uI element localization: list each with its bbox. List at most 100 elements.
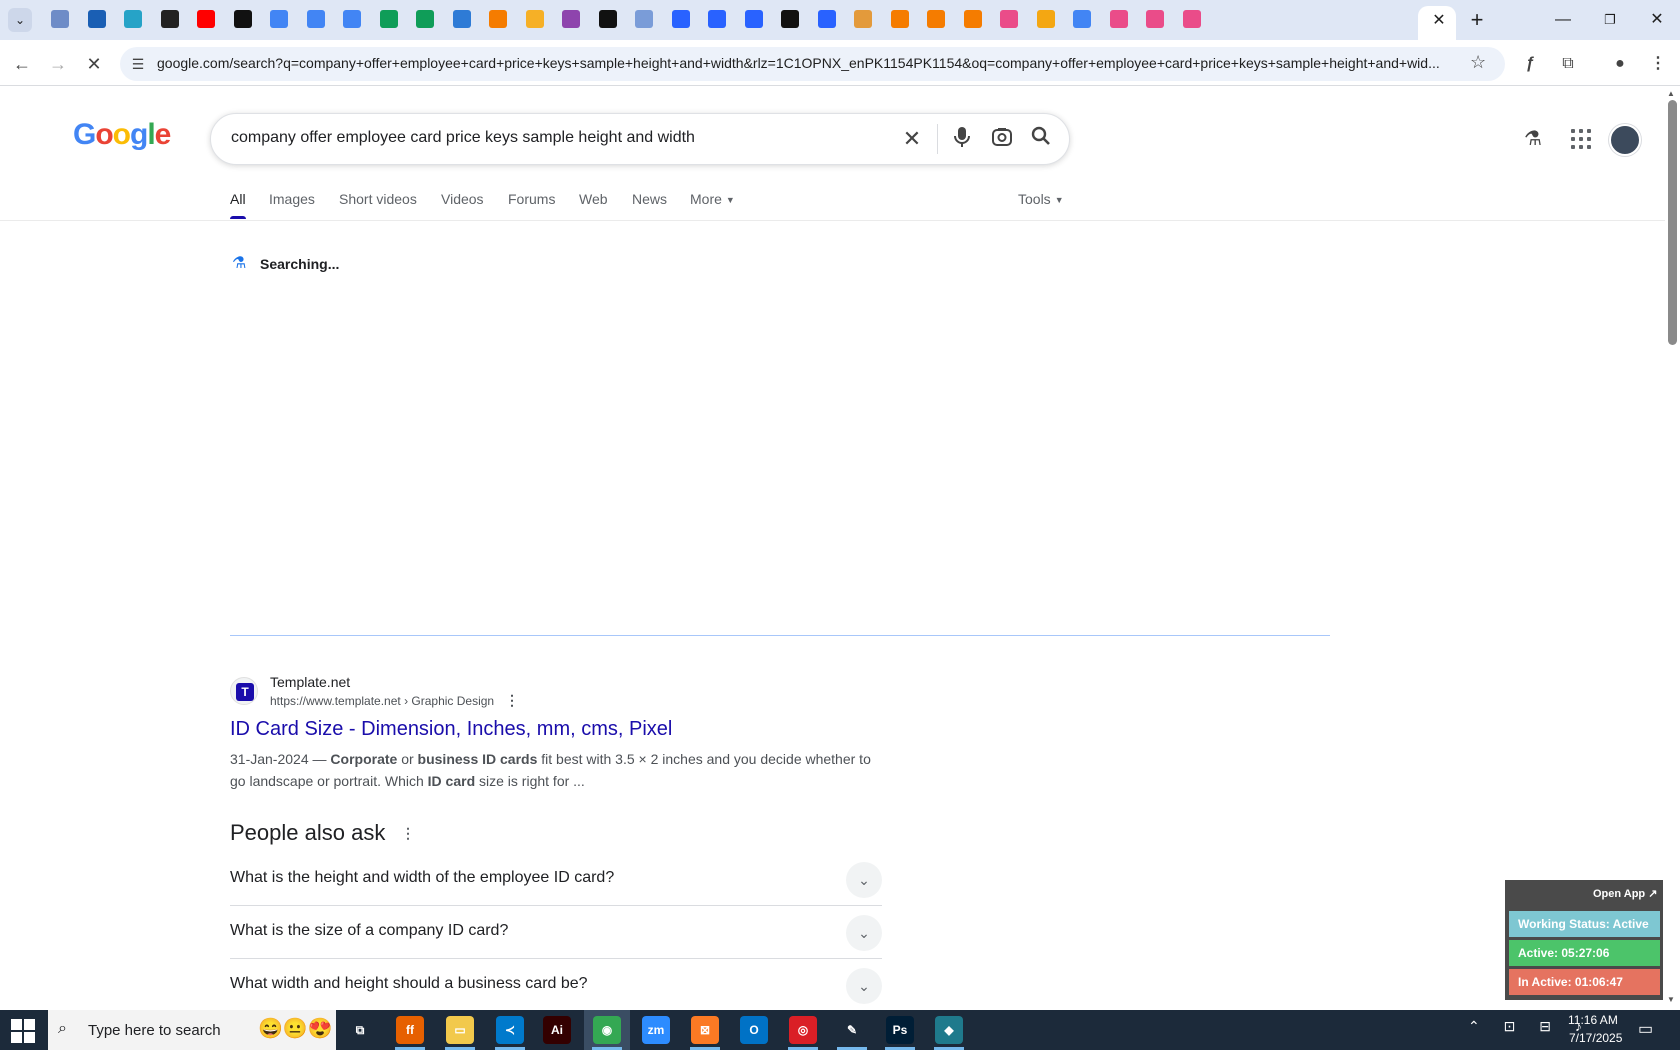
- paa-item[interactable]: What is the size of a company ID card? ⌄: [230, 907, 882, 959]
- tab-images[interactable]: Images: [269, 191, 315, 207]
- tab-icon-xampp-3[interactable]: [927, 10, 945, 28]
- chrome-app[interactable]: ◉: [593, 1016, 621, 1044]
- tab-icon-forms-1[interactable]: [671, 10, 690, 28]
- tools-button[interactable]: Tools ▼: [1018, 191, 1064, 207]
- photoshop-app[interactable]: Ps: [886, 1016, 914, 1044]
- result-site-name[interactable]: Template.net: [270, 674, 350, 690]
- chevron-down-icon[interactable]: ⌄: [846, 862, 882, 898]
- outlook-app[interactable]: O: [740, 1016, 768, 1044]
- windows-start-icon[interactable]: [8, 1018, 38, 1043]
- xampp-app[interactable]: ⊠: [691, 1016, 719, 1044]
- google-apps-icon[interactable]: [1568, 126, 1594, 152]
- result-title-link[interactable]: ID Card Size - Dimension, Inches, mm, cm…: [230, 718, 672, 741]
- vscode-app[interactable]: ≺: [496, 1016, 524, 1044]
- paa-item[interactable]: What width and height should a business …: [230, 960, 882, 1010]
- tab-icon-hex[interactable]: [124, 10, 142, 28]
- voice-search-icon[interactable]: [949, 126, 975, 152]
- tab-icon-docs-2[interactable]: [306, 10, 325, 28]
- google-logo[interactable]: Google: [73, 118, 171, 152]
- tab-icon-forms-4[interactable]: [817, 10, 836, 28]
- tab-icon-docs-3[interactable]: [343, 10, 361, 28]
- taskbar-search-input[interactable]: Type here to search: [88, 1022, 221, 1039]
- tab-short-videos[interactable]: Short videos: [339, 191, 417, 207]
- tab-more[interactable]: More ▼: [690, 191, 735, 207]
- lens-search-icon[interactable]: [989, 126, 1015, 152]
- tab-icon-xampp-2[interactable]: [890, 10, 909, 28]
- paa-item[interactable]: What is the height and width of the empl…: [230, 854, 882, 906]
- tab-icon-dribbble-2[interactable]: [1109, 10, 1128, 28]
- chevron-down-icon[interactable]: ⌄: [846, 968, 882, 1004]
- font-extension-icon[interactable]: ƒ: [1518, 52, 1542, 76]
- forward-arrow-icon[interactable]: →: [46, 52, 70, 76]
- tab-icon-ai[interactable]: [598, 10, 617, 28]
- tab-icon-m[interactable]: [781, 10, 799, 28]
- tab-all[interactable]: All: [230, 191, 246, 207]
- diamond-app[interactable]: ◆: [935, 1016, 963, 1044]
- stop-loading-icon[interactable]: ✕: [82, 52, 106, 76]
- chevron-down-icon[interactable]: ⌄: [846, 915, 882, 951]
- tab-icon-xampp-1[interactable]: [489, 10, 507, 28]
- task-view-app[interactable]: ⧉: [346, 1016, 374, 1044]
- restore-icon[interactable]: ❐: [1595, 8, 1625, 32]
- tab-forums[interactable]: Forums: [508, 191, 555, 207]
- result-more-options-icon[interactable]: ⋮: [505, 692, 519, 709]
- pen-app[interactable]: ✎: [838, 1016, 866, 1044]
- notification-center-icon[interactable]: ▭: [1638, 1019, 1653, 1039]
- tab-icon-bolt[interactable]: [233, 10, 252, 28]
- tab-icon-grid[interactable]: [635, 10, 653, 28]
- scroll-down-arrow-icon[interactable]: ▼: [1667, 995, 1675, 1004]
- clock-date[interactable]: 7/17/2025: [1569, 1031, 1622, 1045]
- tab-icon-forms-2[interactable]: [708, 10, 726, 28]
- emoji-highlight-icon[interactable]: 😄😐😍: [258, 1016, 333, 1041]
- zoom-app[interactable]: zm: [642, 1016, 670, 1044]
- tab-icon-sheets-2[interactable]: [416, 10, 434, 28]
- labs-flask-icon[interactable]: ⚗: [1520, 126, 1546, 151]
- clock-time[interactable]: 11:16 AM: [1568, 1013, 1618, 1027]
- url-text[interactable]: google.com/search?q=company+offer+employ…: [157, 55, 1457, 71]
- tab-news[interactable]: News: [632, 191, 667, 207]
- tab-icon-vector[interactable]: [87, 10, 106, 28]
- tab-icon-brackets[interactable]: [562, 10, 580, 28]
- tab-icon-forms-3[interactable]: [744, 10, 763, 28]
- paa-more-options-icon[interactable]: ⋮: [401, 825, 415, 842]
- creative-cloud-app[interactable]: ◎: [789, 1016, 817, 1044]
- tab-icon-v[interactable]: [525, 10, 544, 28]
- tab-icon-mj[interactable]: [452, 10, 471, 28]
- clear-search-icon[interactable]: ✕: [899, 126, 925, 152]
- tab-icon-google[interactable]: [1073, 10, 1091, 28]
- tab-icon-openai[interactable]: [160, 10, 179, 28]
- account-avatar[interactable]: [1609, 124, 1641, 156]
- window-close-icon[interactable]: ✕: [1642, 8, 1672, 32]
- tab-icon-dribbble-3[interactable]: [1146, 10, 1164, 28]
- minimize-icon[interactable]: —: [1548, 8, 1578, 32]
- new-tab-button[interactable]: +: [1465, 8, 1489, 32]
- tab-icon-youtube[interactable]: [197, 10, 215, 28]
- site-info-icon[interactable]: ☰: [128, 54, 148, 74]
- search-input[interactable]: company offer employee card price keys s…: [231, 129, 695, 147]
- tab-icon-generic-1[interactable]: [51, 10, 69, 28]
- search-submit-icon[interactable]: [1028, 126, 1054, 152]
- tab-videos[interactable]: Videos: [441, 191, 484, 207]
- tab-icon-circle[interactable]: [1036, 10, 1055, 28]
- scrollbar-thumb[interactable]: [1668, 100, 1677, 345]
- tab-web[interactable]: Web: [579, 191, 608, 207]
- bookmark-star-icon[interactable]: ☆: [1470, 52, 1486, 73]
- tab-icon-hand[interactable]: [854, 10, 872, 28]
- firefox-app[interactable]: ff: [396, 1016, 424, 1044]
- tab-icon-xampp-4[interactable]: [963, 10, 982, 28]
- browser-menu-icon[interactable]: ⋮: [1646, 52, 1670, 76]
- profile-avatar-icon[interactable]: ●: [1608, 52, 1632, 76]
- tab-icon-sheets-1[interactable]: [379, 10, 398, 28]
- extensions-puzzle-icon[interactable]: ⧉: [1556, 52, 1580, 76]
- back-arrow-icon[interactable]: ←: [10, 52, 34, 76]
- result-url[interactable]: https://www.template.net › Graphic Desig…: [270, 694, 494, 708]
- file-explorer-app[interactable]: ▭: [446, 1016, 474, 1044]
- close-tab-icon[interactable]: ✕: [1431, 10, 1447, 30]
- illustrator-app[interactable]: Ai: [543, 1016, 571, 1044]
- open-app-link[interactable]: Open App ↗: [1593, 887, 1657, 900]
- tab-search-dropdown-icon[interactable]: ⌄: [8, 8, 32, 32]
- tab-icon-dribbble-4[interactable]: [1182, 10, 1201, 28]
- tab-icon-dribbble-1[interactable]: [1000, 10, 1018, 28]
- scroll-up-arrow-icon[interactable]: ▲: [1667, 89, 1675, 98]
- tab-icon-docs-1[interactable]: [270, 10, 288, 28]
